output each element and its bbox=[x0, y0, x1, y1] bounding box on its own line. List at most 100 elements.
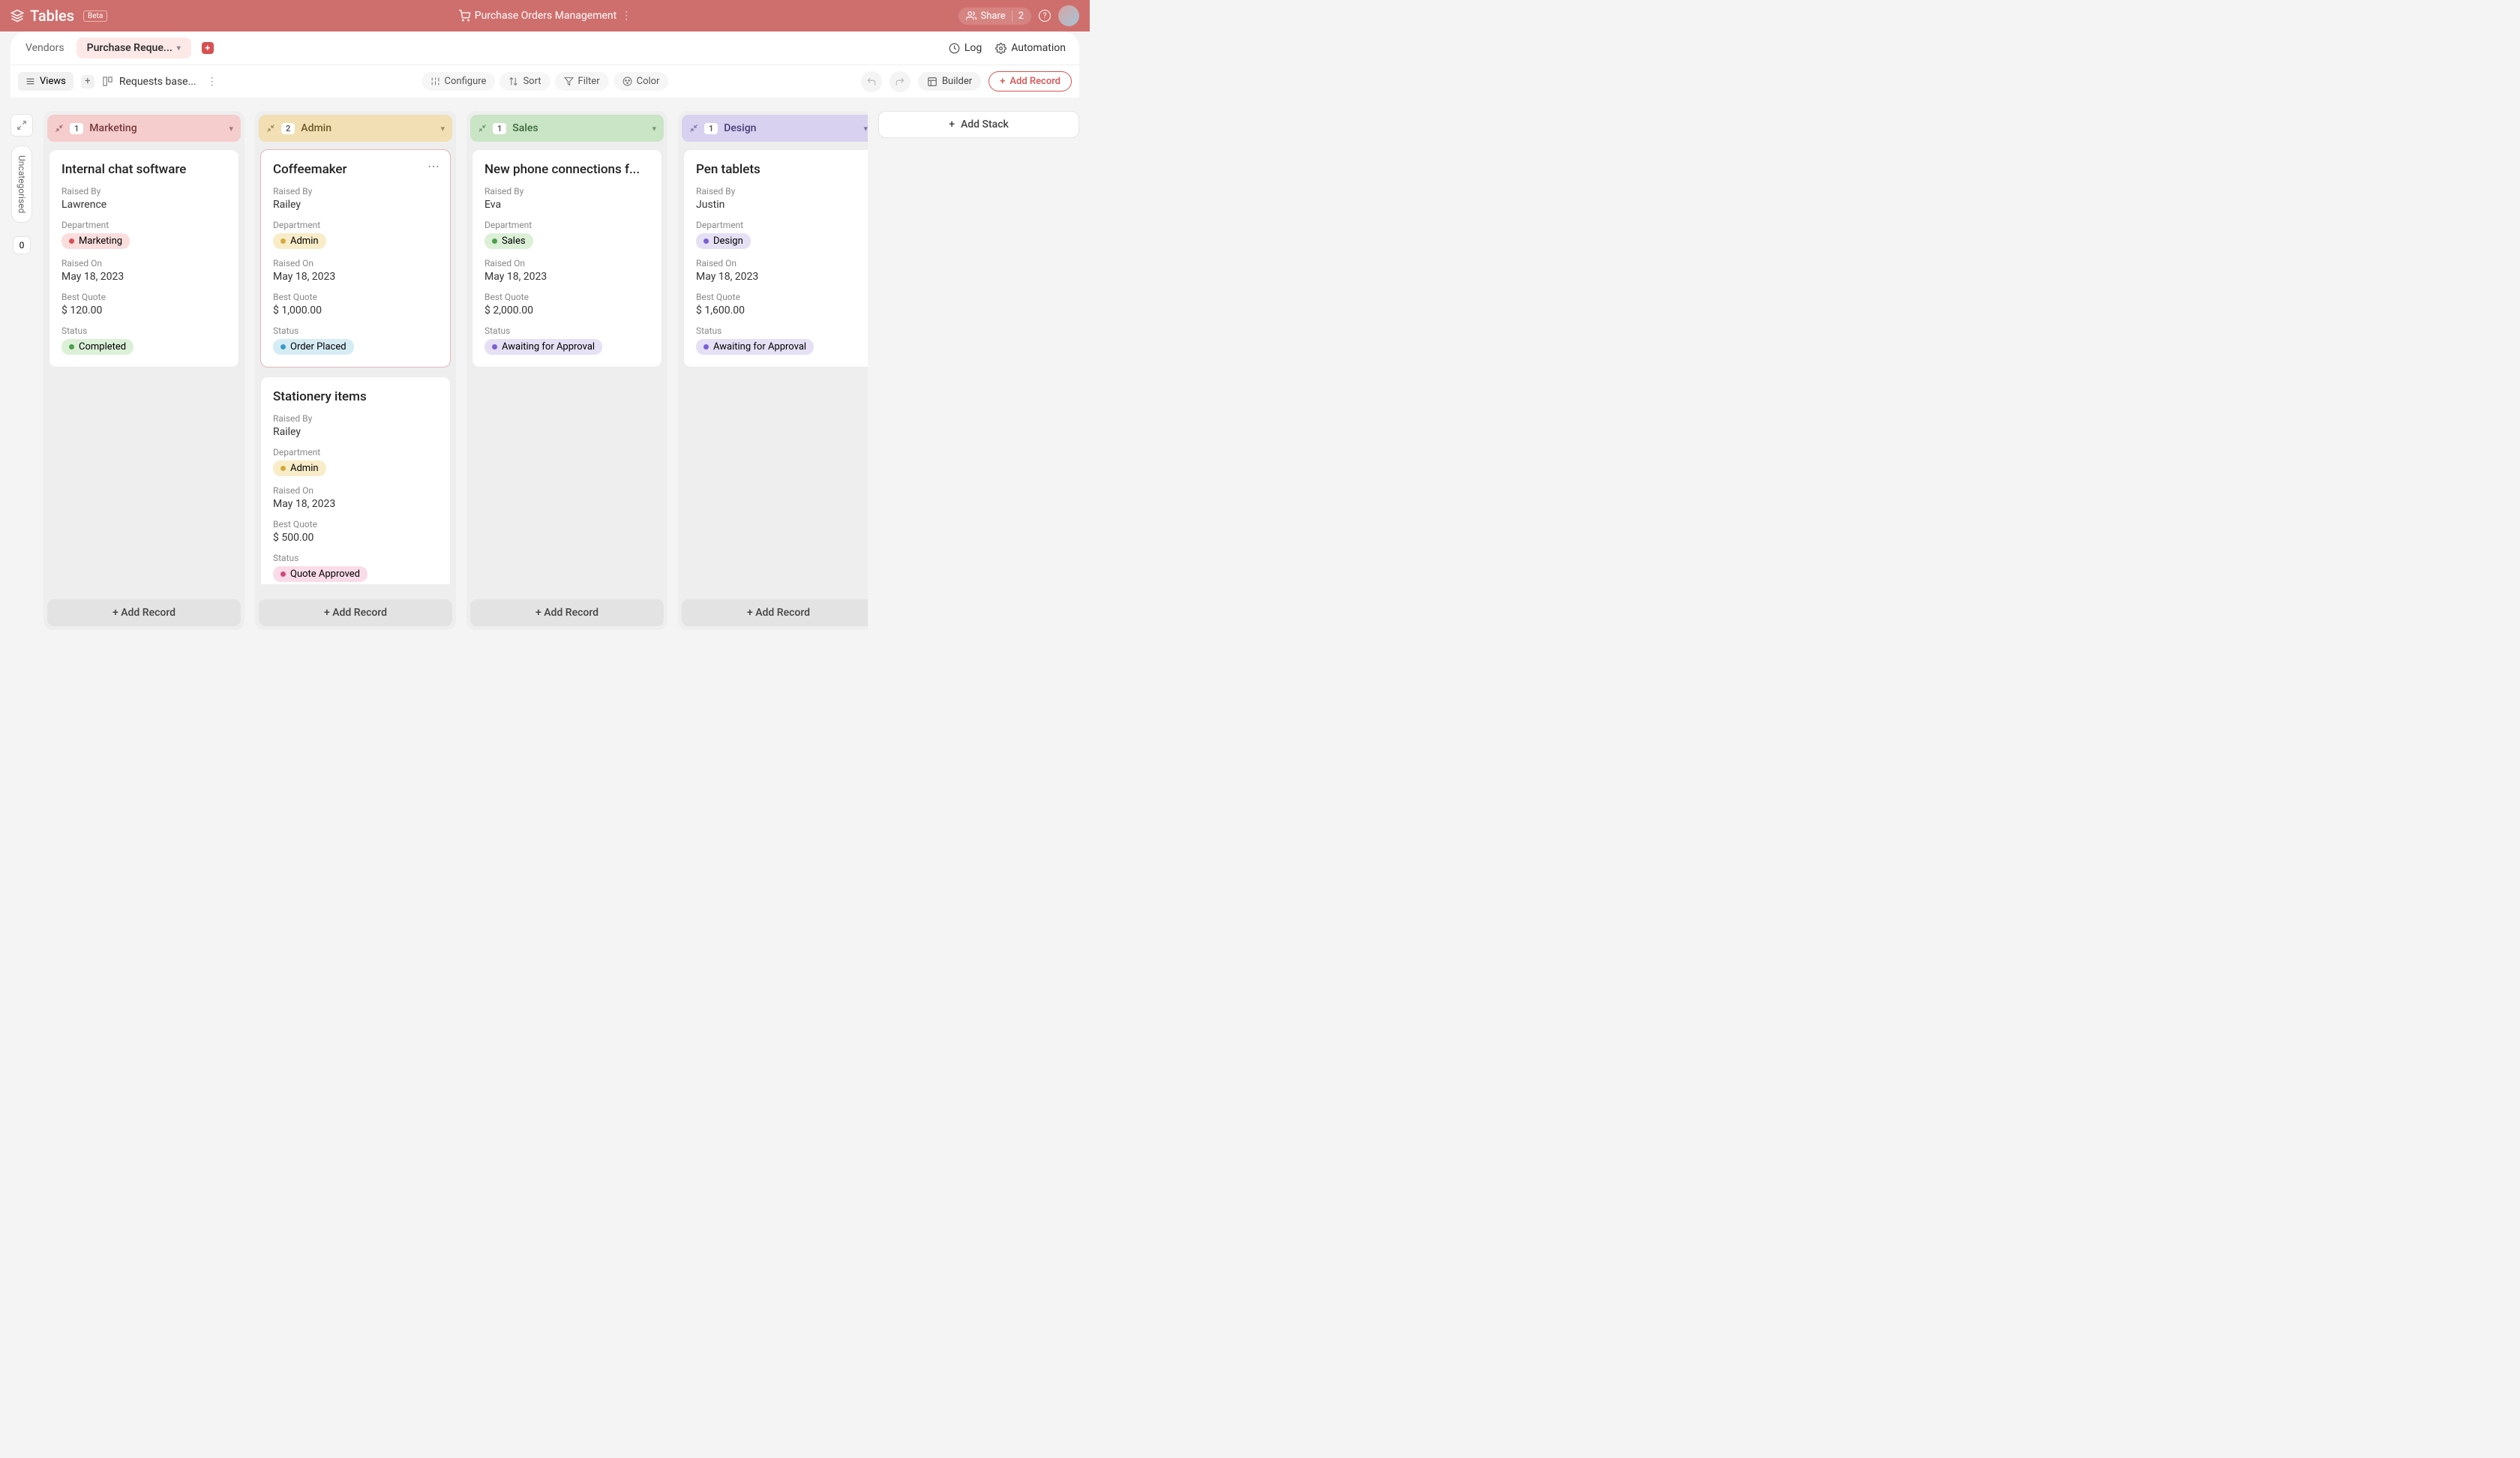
filter-button[interactable]: Filter bbox=[555, 72, 609, 91]
collapse-icon[interactable] bbox=[478, 124, 487, 133]
people-icon bbox=[966, 10, 976, 21]
uncategorised-pill[interactable]: Uncategorised bbox=[11, 146, 32, 223]
stack-name: Marketing bbox=[89, 122, 136, 134]
menu-icon bbox=[26, 76, 35, 86]
quote-value: $ 120.00 bbox=[62, 304, 226, 316]
card-title: Internal chat software bbox=[62, 162, 226, 177]
uncategorised-count: 0 bbox=[13, 236, 31, 254]
help-icon[interactable]: ? bbox=[1039, 10, 1051, 22]
tab-vendors[interactable]: Vendors bbox=[24, 38, 66, 58]
view-name[interactable]: Requests base... ⋮ bbox=[102, 76, 218, 88]
chevron-down-icon[interactable]: ▾ bbox=[652, 124, 656, 134]
color-button[interactable]: Color bbox=[614, 72, 669, 91]
field-label: Raised On bbox=[273, 258, 438, 268]
card-title: Stationery items bbox=[273, 389, 438, 404]
share-label: Share bbox=[981, 10, 1006, 22]
collapse-icon[interactable] bbox=[55, 124, 64, 133]
status-tag: Completed bbox=[62, 339, 134, 355]
app-title: Tables bbox=[30, 7, 74, 25]
field-label: Department bbox=[273, 220, 438, 230]
filter-icon bbox=[564, 76, 574, 86]
raised-by-value: Lawrence bbox=[62, 199, 226, 211]
record-card[interactable]: Stationery items Raised ByRailey Departm… bbox=[260, 376, 451, 584]
add-record-button[interactable]: + Add Record bbox=[988, 71, 1072, 92]
stack-admin: 2 Admin ▾ ⋯ Coffeemaker Raised By Railey … bbox=[255, 111, 456, 630]
clock-icon bbox=[949, 43, 960, 54]
record-card[interactable]: ⋯ Coffeemaker Raised By Railey Department… bbox=[260, 149, 451, 368]
field-label: Raised By bbox=[273, 186, 438, 196]
field-label: Status bbox=[62, 326, 226, 336]
raised-by-value: Railey bbox=[273, 199, 438, 211]
beta-badge: Beta bbox=[83, 10, 107, 22]
avatar[interactable] bbox=[1058, 5, 1079, 26]
tab-requests[interactable]: Purchase Reque... ▾ bbox=[76, 38, 191, 58]
field-label: Best Quote bbox=[273, 519, 438, 530]
stack-header[interactable]: 2 Admin ▾ bbox=[259, 115, 452, 142]
stack-body: ⋯ Coffeemaker Raised By Railey Department… bbox=[259, 142, 452, 584]
status-tag: Order Placed bbox=[273, 339, 354, 355]
sort-button[interactable]: Sort bbox=[500, 72, 550, 91]
status-tag: Quote Approved bbox=[273, 566, 368, 582]
record-card[interactable]: New phone connections f... Raised ByEva … bbox=[472, 149, 662, 368]
page-title[interactable]: Purchase Orders Management ⋮ bbox=[458, 10, 632, 22]
toolbar: Views + Requests base... ⋮ Configure Sor… bbox=[10, 64, 1079, 98]
redo-icon bbox=[895, 76, 905, 87]
configure-button[interactable]: Configure bbox=[422, 72, 496, 91]
automation-button[interactable]: Automation bbox=[995, 42, 1066, 54]
collapse-icon[interactable] bbox=[266, 124, 275, 133]
share-button[interactable]: Share 2 bbox=[958, 8, 1031, 25]
chevron-down-icon[interactable]: ▾ bbox=[863, 124, 868, 134]
undo-button[interactable] bbox=[861, 71, 882, 92]
redo-button[interactable] bbox=[890, 71, 910, 92]
stack-count: 1 bbox=[70, 123, 83, 134]
record-card[interactable]: Pen tablets Raised ByJustin DepartmentDe… bbox=[683, 149, 868, 368]
field-label: Best Quote bbox=[273, 292, 438, 302]
chevron-down-icon[interactable]: ▾ bbox=[440, 124, 445, 134]
field-label: Raised By bbox=[696, 186, 861, 196]
stack-header[interactable]: 1 Sales ▾ bbox=[470, 115, 664, 142]
page-menu-icon[interactable]: ⋮ bbox=[621, 10, 632, 22]
expand-icon bbox=[16, 120, 27, 130]
add-table-button[interactable]: + bbox=[202, 42, 214, 54]
stack-header[interactable]: 1 Design ▾ bbox=[682, 115, 868, 142]
department-tag: Sales bbox=[484, 233, 533, 249]
card-title: New phone connections f... bbox=[484, 162, 650, 177]
chevron-down-icon[interactable]: ▾ bbox=[229, 124, 233, 134]
card-title: Pen tablets bbox=[696, 162, 861, 177]
record-card[interactable]: Internal chat software Raised By Lawrence… bbox=[49, 149, 239, 368]
add-view-button[interactable]: + bbox=[81, 75, 94, 88]
builder-button[interactable]: Builder bbox=[918, 72, 981, 91]
field-label: Department bbox=[484, 220, 650, 230]
stack-add-record-button[interactable]: + Add Record bbox=[470, 599, 664, 626]
kanban-icon bbox=[102, 76, 113, 87]
raised-by-value: Railey bbox=[273, 426, 438, 438]
page-title-text: Purchase Orders Management bbox=[475, 10, 616, 22]
collapse-icon[interactable] bbox=[689, 124, 698, 133]
expand-button[interactable] bbox=[10, 114, 33, 136]
stack-add-record-button[interactable]: + Add Record bbox=[259, 599, 452, 626]
department-tag: Marketing bbox=[62, 233, 130, 249]
stack-count: 1 bbox=[493, 123, 506, 134]
stack-body: Internal chat software Raised By Lawrence… bbox=[47, 142, 241, 584]
quote-value: $ 2,000.00 bbox=[484, 304, 650, 316]
views-button[interactable]: Views bbox=[18, 72, 74, 91]
raised-on-value: May 18, 2023 bbox=[484, 271, 650, 283]
status-tag: Awaiting for Approval bbox=[484, 339, 602, 355]
field-label: Raised By bbox=[273, 413, 438, 424]
card-title: Coffeemaker bbox=[273, 162, 438, 177]
add-stack-button[interactable]: + Add Stack bbox=[878, 111, 1079, 138]
status-tag: Awaiting for Approval bbox=[696, 339, 814, 355]
kebab-icon[interactable]: ⋮ bbox=[207, 76, 218, 88]
card-menu-icon[interactable]: ⋯ bbox=[428, 159, 441, 173]
stack-name: Admin bbox=[301, 122, 332, 134]
stack-body: New phone connections f... Raised ByEva … bbox=[470, 142, 664, 584]
field-label: Best Quote bbox=[484, 292, 650, 302]
field-label: Raised By bbox=[62, 186, 226, 196]
stack-sales: 1 Sales ▾ New phone connections f... Rai… bbox=[466, 111, 668, 630]
stack-count: 2 bbox=[281, 123, 295, 134]
log-button[interactable]: Log bbox=[949, 42, 982, 54]
stack-add-record-button[interactable]: + Add Record bbox=[47, 599, 241, 626]
stack-add-record-button[interactable]: + Add Record bbox=[682, 599, 868, 626]
stack-header[interactable]: 1 Marketing ▾ bbox=[47, 115, 241, 142]
plus-icon: + bbox=[1000, 76, 1005, 87]
